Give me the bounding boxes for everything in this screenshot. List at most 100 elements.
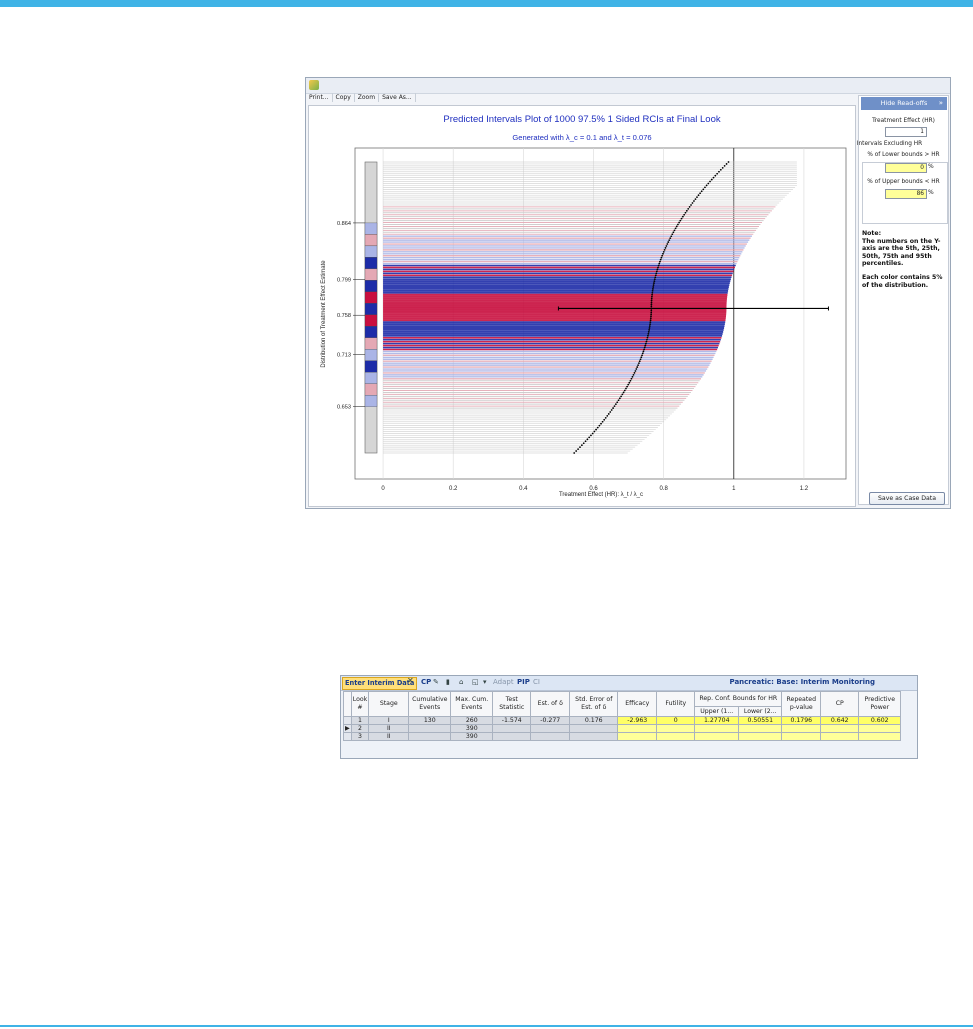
cell-upper: [694, 724, 740, 733]
distribution-band: [364, 303, 378, 315]
cell-efficacy: [617, 732, 658, 741]
col-upper: Upper (1...: [694, 706, 740, 717]
cell-se-delta[interactable]: [569, 724, 619, 733]
boundary-icon[interactable]: ⌂: [459, 678, 463, 686]
estimate-point: [621, 393, 624, 396]
save-as-button[interactable]: Save As...: [379, 93, 416, 102]
cell-test-statistic[interactable]: [492, 724, 532, 733]
estimate-point: [718, 170, 720, 173]
estimate-point: [659, 260, 661, 263]
estimate-point: [651, 289, 654, 292]
cell-repeated-pvalue: 0.1796: [781, 716, 822, 725]
edit-icon[interactable]: ✎: [433, 678, 439, 686]
estimate-point: [712, 176, 715, 179]
estimate-point: [650, 295, 653, 298]
delete-icon[interactable]: ✕: [407, 676, 414, 685]
cell-cum-events[interactable]: [408, 724, 452, 733]
y-tick-label: 0.653: [337, 405, 351, 411]
cell-cum-events[interactable]: [408, 732, 452, 741]
chart-icon[interactable]: ▮: [446, 678, 450, 686]
cell-predictive-power: [858, 724, 902, 733]
note-title: Note:: [862, 230, 882, 237]
save-as-case-data-button[interactable]: Save as Case Data: [869, 492, 945, 505]
dropdown-icon[interactable]: ▾: [483, 678, 487, 686]
cell-cum-events[interactable]: 130: [408, 716, 452, 725]
y-tick-label: 0.713: [337, 352, 351, 358]
interim-monitoring-window: Enter Interim Data ✕ CP ✎ ▮ ⌂ ◱ ▾ Adapt …: [340, 675, 918, 759]
estimate-point: [616, 401, 619, 404]
estimate-point: [665, 245, 668, 247]
table-row[interactable]: 1 I 130 260 -1.574 -0.277 0.176 -2.963 0…: [343, 716, 902, 725]
window-title-strip: [306, 78, 950, 94]
estimate-point: [674, 227, 677, 230]
cell-predictive-power: 0.602: [858, 716, 902, 725]
estimate-point: [573, 452, 576, 454]
cell-max-cum-events: 390: [450, 732, 494, 741]
treatment-effect-input[interactable]: 1: [885, 127, 927, 137]
estimate-point: [662, 252, 664, 255]
row-marker-header: [343, 691, 352, 717]
estimate-point: [704, 186, 706, 189]
pip-button[interactable]: PIP: [517, 678, 530, 686]
cell-se-delta[interactable]: [569, 732, 619, 741]
hide-readoffs-button[interactable]: Hide Read-offs »: [861, 97, 947, 110]
cell-est-delta[interactable]: [530, 724, 571, 733]
estimate-point: [648, 329, 651, 331]
estimate-point: [612, 407, 614, 409]
estimate-point: [647, 331, 650, 333]
table-row[interactable]: 3 II 390: [343, 732, 902, 741]
estimate-point: [647, 332, 650, 335]
lower-unit: %: [928, 163, 934, 170]
ci-button[interactable]: CI: [533, 678, 540, 686]
zoom-button[interactable]: Zoom: [355, 93, 380, 102]
distribution-band: [364, 291, 378, 304]
estimate-point: [617, 399, 620, 402]
print-button[interactable]: Print...: [306, 93, 333, 102]
cell-est-delta[interactable]: -0.277: [530, 716, 571, 725]
estimate-point: [649, 321, 652, 324]
cell-test-statistic[interactable]: -1.574: [492, 716, 532, 725]
estimate-point: [719, 168, 722, 171]
estimate-point: [694, 198, 697, 201]
cell-max-cum-events: 260: [450, 716, 494, 725]
col-futility: Futility: [656, 691, 696, 717]
estimate-point: [673, 229, 676, 232]
cell-stage: I: [368, 716, 410, 725]
cell-est-delta[interactable]: [530, 732, 571, 741]
distribution-band: [364, 222, 378, 235]
estimate-point: [641, 352, 644, 355]
cell-look: 3: [350, 732, 370, 741]
estimate-point: [591, 432, 594, 435]
distribution-band: [364, 383, 378, 396]
distribution-band: [364, 234, 378, 247]
estimate-point: [646, 338, 648, 341]
copy-button[interactable]: Copy: [333, 93, 355, 102]
estimate-point: [649, 317, 652, 320]
adapt-button[interactable]: Adapt: [493, 678, 514, 686]
y-tick-label: 0.799: [337, 278, 351, 284]
col-predictive-power: Predictive Power: [858, 691, 902, 717]
estimate-point: [670, 235, 673, 238]
lower-bounds-value: 0: [885, 163, 927, 173]
estimate-point: [607, 413, 610, 415]
cell-se-delta[interactable]: 0.176: [569, 716, 619, 725]
col-efficacy: Efficacy: [617, 691, 658, 717]
estimate-point: [629, 379, 632, 382]
app-icon: [309, 80, 319, 90]
estimate-point: [693, 200, 695, 202]
estimate-point: [620, 395, 623, 398]
cp-button[interactable]: CP: [421, 678, 431, 686]
estimate-point: [677, 223, 679, 226]
estimate-point: [675, 225, 678, 228]
table-row[interactable]: ▶ 2 II 390: [343, 724, 902, 733]
estimate-point: [707, 182, 710, 185]
plot-toolbar: Print... Copy Zoom Save As...: [306, 93, 856, 105]
estimate-point: [650, 301, 653, 304]
estimate-point: [651, 291, 654, 294]
cell-test-statistic[interactable]: [492, 732, 532, 741]
estimate-point: [596, 426, 599, 429]
estimate-point: [630, 377, 633, 380]
plot-icon[interactable]: ◱: [472, 678, 479, 686]
estimate-point: [649, 319, 652, 322]
estimate-point: [610, 409, 613, 411]
